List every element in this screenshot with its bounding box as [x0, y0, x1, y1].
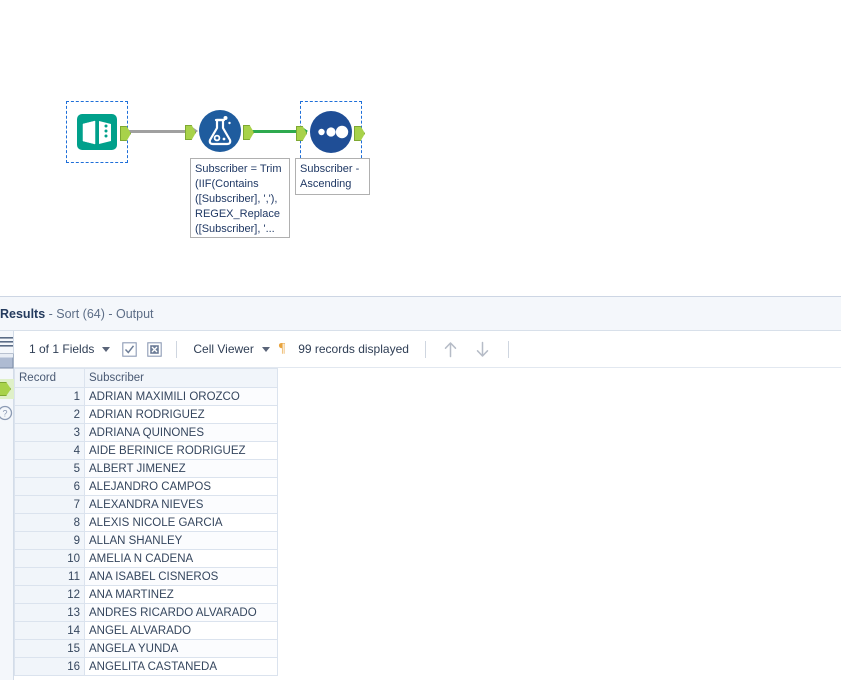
cell-record[interactable]: 7	[14, 495, 85, 514]
results-toolbar[interactable]: 1 of 1 Fields Cell Viewer ¶ 99 records d…	[14, 331, 841, 368]
results-header: Results - Sort (64) - Output	[0, 297, 841, 331]
records-label: 99 records displayed	[298, 342, 409, 356]
output-anchor-input-data[interactable]	[120, 126, 131, 141]
table-row[interactable]: 2 ADRIAN RODRIGUEZ	[14, 405, 278, 424]
cell-record[interactable]: 6	[14, 477, 85, 496]
three-dots-icon	[309, 110, 353, 154]
results-left-rail[interactable]: ?	[0, 331, 14, 680]
cell-subscriber[interactable]: ADRIAN RODRIGUEZ	[84, 405, 278, 424]
cell-subscriber[interactable]: ANDRES RICARDO ALVARADO	[84, 603, 278, 622]
cell-record[interactable]: 3	[14, 423, 85, 442]
cell-subscriber[interactable]: ADRIAN MAXIMILI OROZCO	[84, 387, 278, 406]
cell-subscriber[interactable]: ALLAN SHANLEY	[84, 531, 278, 550]
book-icon	[75, 110, 119, 154]
cell-subscriber[interactable]: AIDE BERINICE RODRIGUEZ	[84, 441, 278, 460]
table-row[interactable]: 8 ALEXIS NICOLE GARCIA	[14, 513, 278, 532]
table-row[interactable]: 16 ANGELITA CASTANEDA	[14, 657, 278, 676]
cell-record[interactable]: 14	[14, 621, 85, 640]
cell-viewer-selector[interactable]: Cell Viewer	[186, 331, 276, 367]
tool-input-data[interactable]	[66, 101, 131, 163]
annotation-formula: Subscriber = Trim (IIF(Contains ([Subscr…	[190, 158, 290, 238]
cell-subscriber[interactable]: ALBERT JIMENEZ	[84, 459, 278, 478]
cell-record[interactable]: 1	[14, 387, 85, 406]
table-row[interactable]: 10 AMELIA N CADENA	[14, 549, 278, 568]
toolbar-separator-2	[424, 340, 426, 358]
cell-record[interactable]: 5	[14, 459, 85, 478]
cell-subscriber[interactable]: ANGELITA CASTANEDA	[84, 657, 278, 676]
cell-subscriber[interactable]: ANGEL ALVARADO	[84, 621, 278, 640]
cell-subscriber[interactable]: ALEJANDRO CAMPOS	[84, 477, 278, 496]
hamburger-icon[interactable]	[0, 335, 14, 354]
table-row[interactable]: 3 ADRIANA QUINONES	[14, 423, 278, 442]
tool-formula[interactable]	[185, 101, 254, 163]
cell-record[interactable]: 9	[14, 531, 85, 550]
table-row[interactable]: 13 ANDRES RICARDO ALVARADO	[14, 603, 278, 622]
cell-subscriber[interactable]: ANA MARTINEZ	[84, 585, 278, 604]
cell-viewer-label: Cell Viewer	[193, 342, 254, 356]
table-row[interactable]: 12 ANA MARTINEZ	[14, 585, 278, 604]
table-row[interactable]: 4 AIDE BERINICE RODRIGUEZ	[14, 441, 278, 460]
output-anchor-sort[interactable]	[354, 126, 365, 141]
output-anchor-formula[interactable]	[243, 125, 254, 140]
records-displayed: 99 records displayed	[291, 331, 416, 367]
cell-record[interactable]: 11	[14, 567, 85, 586]
cell-record[interactable]: 15	[14, 639, 85, 658]
tool-sort[interactable]	[296, 101, 365, 163]
cell-record[interactable]: 4	[14, 441, 85, 460]
pilcrow-icon[interactable]: ¶	[279, 341, 285, 357]
results-title-main: Results	[0, 306, 46, 321]
checkbox-checked-icon[interactable]	[120, 340, 139, 359]
annotation-sort: Subscriber - Ascending	[295, 158, 370, 195]
cell-record[interactable]: 16	[14, 657, 85, 676]
results-grid[interactable]: Record Subscriber 1 ADRIAN MAXIMILI OROZC…	[14, 368, 278, 676]
column-header-record[interactable]: Record	[14, 368, 85, 388]
flask-icon	[198, 109, 242, 153]
table-row[interactable]: 14 ANGEL ALVARADO	[14, 621, 278, 640]
cell-subscriber[interactable]: ANGELA YUNDA	[84, 639, 278, 658]
table-row[interactable]: 7 ALEXANDRA NIEVES	[14, 495, 278, 514]
table-row[interactable]: 6 ALEJANDRO CAMPOS	[14, 477, 278, 496]
cell-record[interactable]: 2	[14, 405, 85, 424]
cell-subscriber[interactable]: AMELIA N CADENA	[84, 549, 278, 568]
cell-record[interactable]: 8	[14, 513, 85, 532]
results-title: Results - Sort (64) - Output	[0, 307, 154, 321]
arrow-down-icon[interactable]	[472, 338, 494, 360]
cell-record[interactable]: 13	[14, 603, 85, 622]
fields-label: 1 of 1 Fields	[29, 342, 95, 356]
anchor-icon[interactable]	[0, 379, 14, 399]
cell-subscriber[interactable]: ADRIANA QUINONES	[84, 423, 278, 442]
toolbar-separator-3	[507, 340, 509, 358]
arrow-up-icon[interactable]	[440, 338, 462, 360]
fields-selector[interactable]: 1 of 1 Fields	[22, 331, 117, 367]
chevron-down-icon-2[interactable]	[261, 346, 270, 352]
toolbar-separator-1	[176, 340, 178, 358]
table-row[interactable]: 11 ANA ISABEL CISNEROS	[14, 567, 278, 586]
help-icon[interactable]: ?	[0, 405, 13, 426]
results-panel: Results - Sort (64) - Output ? 1 of 1 Fi…	[0, 296, 841, 680]
cell-record[interactable]: 10	[14, 549, 85, 568]
column-header-subscriber[interactable]: Subscriber	[84, 368, 278, 388]
box-x-icon[interactable]	[145, 340, 164, 359]
table-row[interactable]: 15 ANGELA YUNDA	[14, 639, 278, 658]
workflow-canvas[interactable]: Subscriber = Trim (IIF(Contains ([Subscr…	[0, 0, 841, 296]
cell-subscriber[interactable]: ALEXANDRA NIEVES	[84, 495, 278, 514]
svg-text:?: ?	[2, 409, 7, 419]
chevron-down-icon[interactable]	[102, 346, 111, 352]
table-row[interactable]: 5 ALBERT JIMENEZ	[14, 459, 278, 478]
table-row[interactable]: 1 ADRIAN MAXIMILI OROZCO	[14, 387, 278, 406]
table-row[interactable]: 9 ALLAN SHANLEY	[14, 531, 278, 550]
cell-subscriber[interactable]: ANA ISABEL CISNEROS	[84, 567, 278, 586]
panel-icon[interactable]	[0, 353, 14, 374]
results-grid-container[interactable]: Record Subscriber 1 ADRIAN MAXIMILI OROZC…	[14, 368, 841, 680]
cell-subscriber[interactable]: ALEXIS NICOLE GARCIA	[84, 513, 278, 532]
table-header-row: Record Subscriber	[14, 368, 278, 388]
results-title-detail: - Sort (64) - Output	[45, 306, 154, 321]
cell-record[interactable]: 12	[14, 585, 85, 604]
